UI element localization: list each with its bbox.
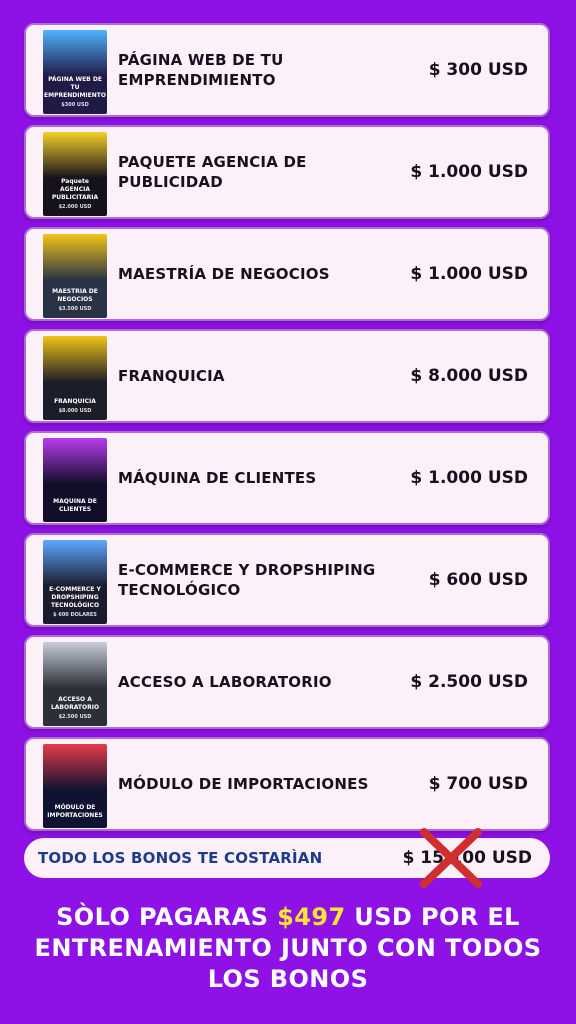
thumbnail-price: $8.000 USD <box>58 408 92 414</box>
bonus-price: $ 1.000 USD <box>410 264 528 284</box>
bonus-name: PAQUETE AGENCIA DE PUBLICIDAD <box>118 153 307 191</box>
bonus-card: Paquete AGENCIA PUBLICITARIA $2.000 USD PA… <box>24 125 550 219</box>
bonus-name: MAESTRÍA DE NEGOCIOS <box>118 265 330 283</box>
footer-offer: SÒLO PAGARAS $497 USD POR EL ENTRENAMIEN… <box>20 902 556 995</box>
bonus-price: $ 8.000 USD <box>410 366 528 386</box>
thumbnail-title: PÁGINA WEB DE TU EMPRENDIMIENTO <box>44 76 106 99</box>
thumbnail-price: $ 600 DOLARES <box>53 612 97 618</box>
bonus-thumbnail: MAQUINA DE CLIENTES <box>43 438 107 522</box>
footer-highlight-price: $497 <box>277 903 346 931</box>
strike-x-icon <box>420 828 482 888</box>
bonus-name: MÓDULO DE IMPORTACIONES <box>118 775 369 793</box>
bonus-card: MAESTRIA DE NEGOCIOS $3.500 USD MAESTRÍA D… <box>24 227 550 321</box>
bonus-name: E-COMMERCE Y DROPSHIPING TECNOLÓGICO <box>118 561 376 599</box>
footer-text-1: SÒLO PAGARAS <box>56 903 278 931</box>
bonus-card: MAQUINA DE CLIENTES MÁQUINA DE CLIENTES $ … <box>24 431 550 525</box>
bonus-name: PÁGINA WEB DE TU EMPRENDIMIENTO <box>118 51 284 89</box>
thumbnail-price: $2.500 USD <box>58 714 92 720</box>
bonus-thumbnail: Paquete AGENCIA PUBLICITARIA $2.000 USD <box>43 132 107 216</box>
bonus-price: $ 700 USD <box>428 774 528 794</box>
bonus-name: ACCESO A LABORATORIO <box>118 673 332 691</box>
bonus-thumbnail: ACCESO A LABORATORIO $2.500 USD <box>43 642 107 726</box>
bonus-thumbnail: MÓDULO DE IMPORTACIONES <box>43 744 107 828</box>
total-label: TODO LOS BONOS TE COSTARÌAN <box>38 849 323 867</box>
thumbnail-price: $2.000 USD <box>58 204 92 210</box>
bonus-thumbnail: PÁGINA WEB DE TU EMPRENDIMIENTO $300 USD <box>43 30 107 114</box>
thumbnail-title: MAESTRIA DE NEGOCIOS <box>52 288 98 303</box>
bonus-price: $ 2.500 USD <box>410 672 528 692</box>
bonus-card: ACCESO A LABORATORIO $2.500 USD ACCESO A L… <box>24 635 550 729</box>
thumbnail-title: MAQUINA DE CLIENTES <box>53 498 97 513</box>
bonus-thumbnail: MAESTRIA DE NEGOCIOS $3.500 USD <box>43 234 107 318</box>
thumbnail-title: E-COMMERCE Y DROPSHIPING TECNOLÓGICO <box>49 586 101 609</box>
bonus-price: $ 600 USD <box>428 570 528 590</box>
bonus-thumbnail: FRANQUICIA $8.000 USD <box>43 336 107 420</box>
bonus-price: $ 300 USD <box>428 60 528 80</box>
thumbnail-title: MÓDULO DE IMPORTACIONES <box>47 804 103 819</box>
thumbnail-title: Paquete AGENCIA PUBLICITARIA <box>51 178 99 201</box>
thumbnail-price: $300 USD <box>61 102 89 108</box>
bonus-card: MÓDULO DE IMPORTACIONES MÓDULO DE IMPORTA… <box>24 737 550 831</box>
thumbnail-title: ACCESO A LABORATORIO <box>50 696 100 711</box>
bonus-card: PÁGINA WEB DE TU EMPRENDIMIENTO $300 USD P… <box>24 23 550 117</box>
thumbnail-price: $3.500 USD <box>58 306 92 312</box>
bonus-name: MÁQUINA DE CLIENTES <box>118 469 317 487</box>
bonus-card: FRANQUICIA $8.000 USD FRANQUICIA $ 8.000 US… <box>24 329 550 423</box>
bonus-price: $ 1.000 USD <box>410 162 528 182</box>
bonus-name: FRANQUICIA <box>118 367 225 385</box>
bonus-price: $ 1.000 USD <box>410 468 528 488</box>
bonus-thumbnail: E-COMMERCE Y DROPSHIPING TECNOLÓGICO $ 60… <box>43 540 107 624</box>
bonus-card: E-COMMERCE Y DROPSHIPING TECNOLÓGICO $ 60… <box>24 533 550 627</box>
thumbnail-title: FRANQUICIA <box>54 398 96 405</box>
